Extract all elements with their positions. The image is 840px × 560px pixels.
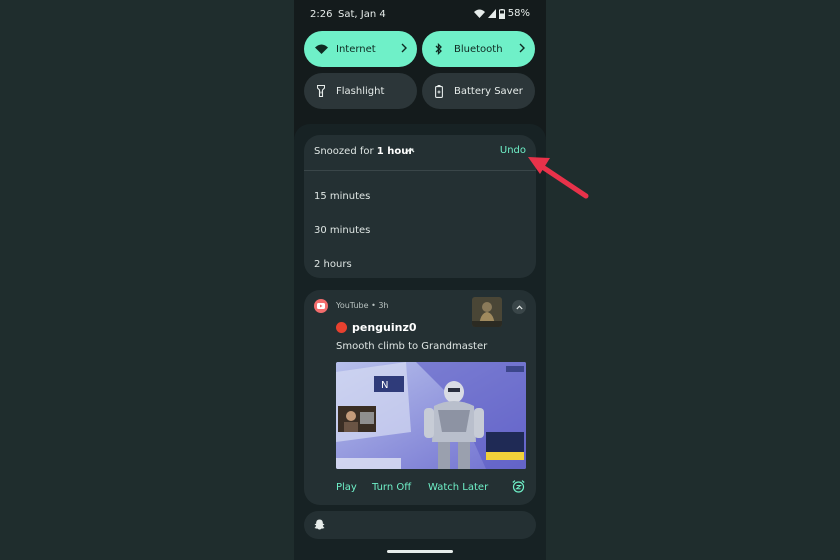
tile-battery-saver-label: Battery Saver — [454, 85, 523, 97]
chevron-right-icon — [401, 43, 407, 53]
status-bar: 2:26 Sat, Jan 4 58% — [294, 0, 546, 30]
status-date: Sat, Jan 4 — [338, 9, 386, 20]
video-title: Smooth climb to Grandmaster — [336, 341, 488, 352]
flashlight-icon — [314, 84, 328, 98]
collapse-button[interactable] — [512, 300, 526, 314]
wifi-status-icon — [473, 9, 485, 18]
chevron-right-icon — [519, 43, 525, 53]
snooze-option[interactable]: 15 minutes — [314, 191, 370, 202]
phone-screen: 2:26 Sat, Jan 4 58% Internet Bluetooth F… — [294, 0, 546, 560]
snapchat-notification[interactable] — [304, 511, 536, 539]
tile-flashlight[interactable]: Flashlight — [304, 73, 417, 109]
tile-battery-saver[interactable]: Battery Saver — [422, 73, 535, 109]
chevron-up-icon[interactable] — [406, 147, 415, 153]
status-icons: 58% — [473, 8, 530, 19]
notification-app-name: YouTube • 3h — [336, 301, 389, 310]
channel-thumbnail — [472, 297, 502, 327]
tile-bluetooth[interactable]: Bluetooth — [422, 31, 535, 67]
youtube-notification[interactable]: YouTube • 3h penguinz0 Smooth climb to G… — [304, 290, 536, 505]
signal-icon — [487, 9, 496, 18]
youtube-logo-icon — [314, 299, 328, 313]
snooze-title: Snoozed for 1 hour — [314, 146, 413, 157]
live-indicator — [336, 322, 347, 333]
battery-icon — [498, 8, 505, 19]
watch-later-button[interactable]: Watch Later — [428, 482, 488, 493]
status-time: 2:26 — [310, 9, 333, 20]
snooze-header[interactable]: Snoozed for 1 hour Undo — [304, 135, 536, 171]
snooze-option[interactable]: 2 hours — [314, 259, 352, 270]
battery-percent: 58% — [507, 8, 530, 19]
battery-saver-icon — [432, 84, 446, 98]
red-arrow-annotation — [528, 157, 589, 199]
chevron-up-icon — [515, 304, 523, 309]
play-button[interactable]: Play — [336, 482, 357, 493]
notification-shade: Snoozed for 1 hour Undo 15 minutes 30 mi… — [294, 124, 546, 560]
tile-flashlight-label: Flashlight — [336, 85, 385, 97]
bluetooth-icon — [432, 42, 446, 56]
snooze-card: Snoozed for 1 hour Undo 15 minutes 30 mi… — [304, 135, 536, 278]
snapchat-ghost-icon — [314, 519, 325, 530]
snooze-option[interactable]: 30 minutes — [314, 225, 370, 236]
video-preview-image[interactable]: N — [336, 362, 526, 469]
channel-name: penguinz0 — [352, 321, 417, 334]
turn-off-button[interactable]: Turn Off — [372, 482, 411, 493]
svg-text:N: N — [381, 380, 388, 391]
snooze-alarm-icon[interactable] — [512, 480, 525, 493]
snooze-prefix: Snoozed for — [314, 146, 377, 157]
tile-internet[interactable]: Internet — [304, 31, 417, 67]
wifi-icon — [314, 42, 328, 56]
home-indicator[interactable] — [387, 550, 453, 553]
